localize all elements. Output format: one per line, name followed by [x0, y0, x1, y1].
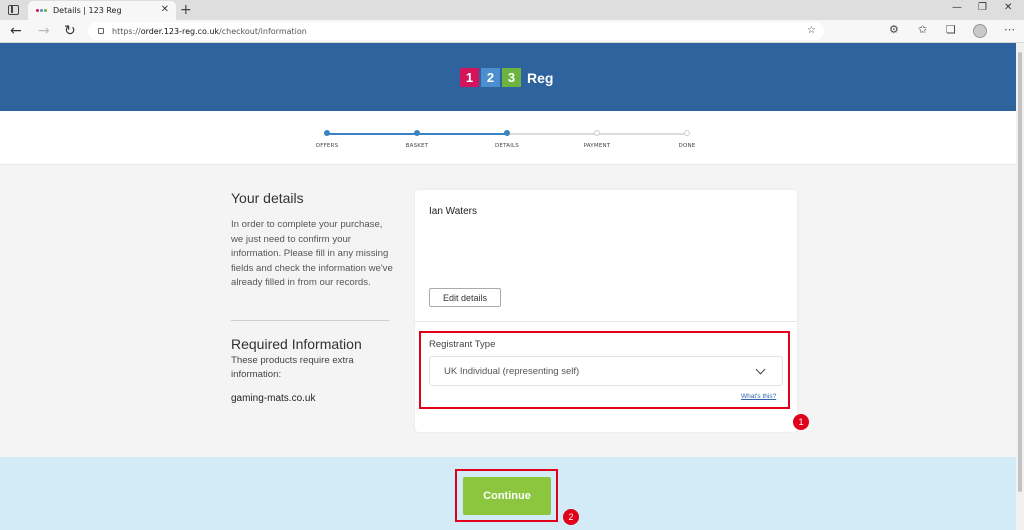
address-bar: ← → ↻ https://order.123-reg.co.uk/checko… [0, 20, 1024, 43]
highlight-box-continue [455, 469, 558, 522]
logo-word: Reg [527, 69, 554, 86]
url-path: /checkout/information [219, 26, 307, 36]
customer-name: Ian Waters [429, 206, 477, 217]
back-icon[interactable]: ← [10, 22, 22, 40]
new-tab-icon[interactable]: + [180, 1, 192, 19]
scrollbar-thumb[interactable] [1018, 52, 1022, 492]
tab-close-icon[interactable]: ✕ [161, 4, 169, 15]
annotation-badge-2: 2 [563, 509, 579, 525]
your-details-heading: Your details [231, 190, 304, 206]
123reg-logo[interactable]: 1 2 3 Reg [460, 68, 553, 87]
step-dot-done [684, 130, 690, 136]
step-dot-offers [324, 130, 330, 136]
step-label-done: DONE [678, 143, 696, 149]
minimize-icon[interactable]: — [952, 2, 962, 13]
restore-icon[interactable]: ❐ [978, 2, 987, 13]
card-divider [415, 321, 797, 322]
forward-icon[interactable]: → [38, 22, 50, 40]
url-input[interactable]: https://order.123-reg.co.uk/checkout/inf… [88, 22, 824, 40]
extensions-icon[interactable]: ⚙ [889, 23, 899, 36]
step-dot-basket [414, 130, 420, 136]
step-dot-details [504, 130, 510, 136]
lock-icon [98, 28, 104, 34]
tab-title: Details | 123 Reg [53, 6, 122, 15]
browser-tab[interactable]: Details | 123 Reg ✕ [28, 1, 176, 20]
checkout-progress: OFFERS BASKET DETAILS PAYMENT DONE [0, 111, 1016, 165]
annotation-badge-1: 1 [793, 414, 809, 430]
logo-digit-2: 2 [481, 68, 500, 87]
close-window-icon[interactable]: ✕ [1004, 2, 1012, 13]
profile-avatar[interactable] [973, 24, 987, 38]
refresh-icon[interactable]: ↻ [64, 22, 76, 40]
add-favorite-icon[interactable]: ☆ [807, 25, 816, 36]
step-label-offers: OFFERS [315, 143, 339, 149]
logo-digit-1: 1 [460, 68, 479, 87]
required-info-text: These products require extra information… [231, 355, 354, 380]
section-divider [231, 320, 389, 321]
step-label-basket: BASKET [405, 143, 429, 149]
step-label-payment: PAYMENT [583, 143, 611, 149]
domain-name: gaming-mats.co.uk [231, 393, 316, 404]
tab-actions-icon[interactable] [8, 5, 19, 15]
step-label-details: DETAILS [495, 143, 519, 149]
more-icon[interactable]: ⋯ [1004, 23, 1015, 36]
url-scheme: https:// [112, 26, 141, 36]
logo-digit-3: 3 [502, 68, 521, 87]
favorites-icon[interactable]: ✩ [918, 23, 927, 36]
required-info-heading: Required Information [231, 336, 362, 352]
step-dot-payment [594, 130, 600, 136]
url-host: order.123-reg.co.uk [140, 26, 220, 36]
browser-tab-bar: Details | 123 Reg ✕ + — ❐ ✕ [0, 0, 1024, 20]
your-details-text: In order to complete your purchase, we j… [231, 219, 393, 289]
site-favicon-icon [36, 9, 47, 12]
highlight-box-registrant [419, 331, 790, 409]
collections-icon[interactable]: ❏ [946, 23, 956, 36]
edit-details-button[interactable]: Edit details [429, 288, 501, 307]
site-header: 1 2 3 Reg [0, 43, 1016, 111]
